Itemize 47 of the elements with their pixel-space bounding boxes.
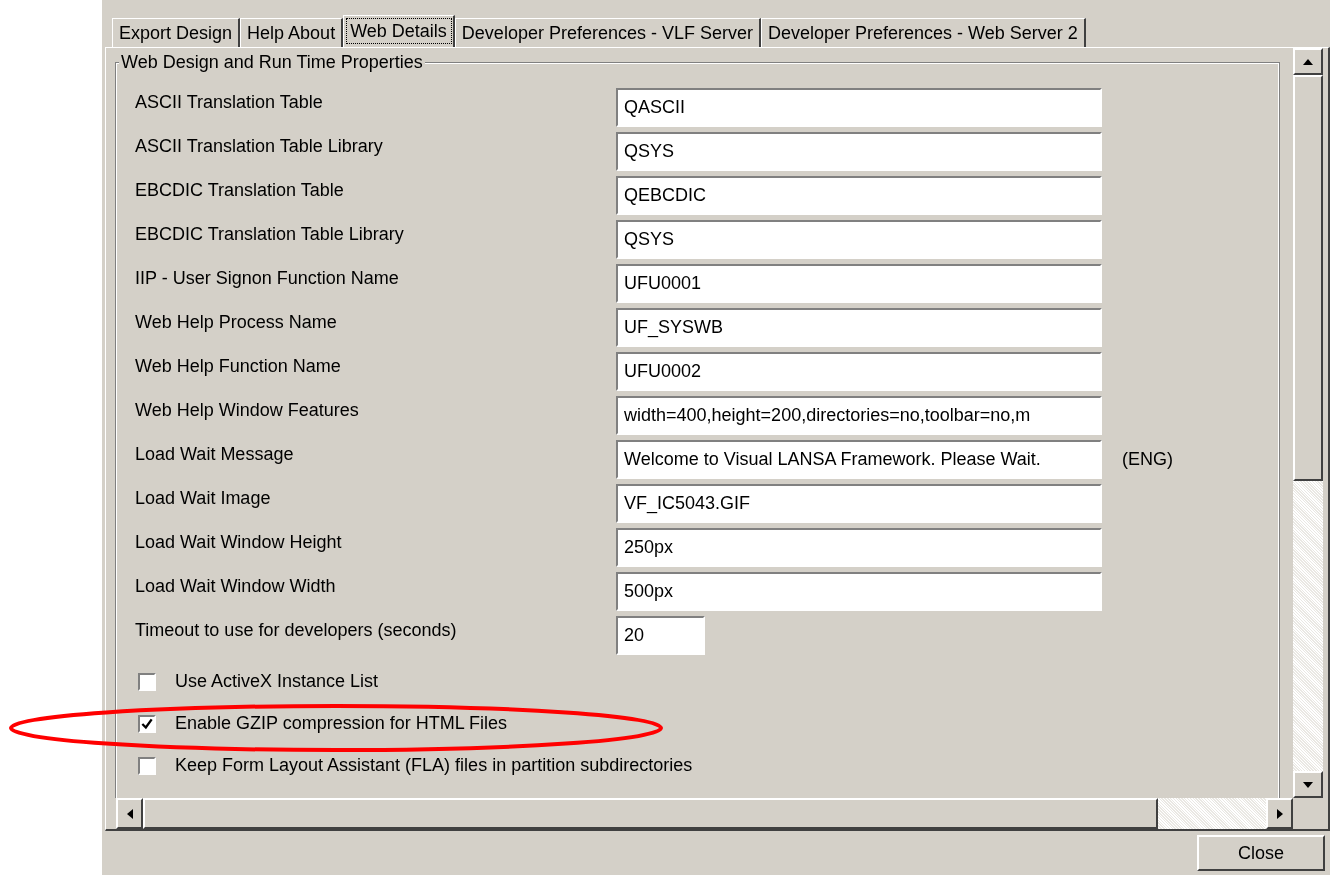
input-field[interactable]: 500px: [616, 572, 1102, 611]
field-label: EBCDIC Translation Table Library: [135, 223, 405, 245]
language-code: (ENG): [1122, 448, 1173, 470]
field-label: Load Wait Message: [135, 443, 295, 465]
tab[interactable]: Export Design: [112, 18, 241, 47]
input-field[interactable]: 250px: [616, 528, 1102, 567]
tab[interactable]: Developer Preferences - VLF Server: [454, 18, 761, 47]
tab[interactable]: Help About: [240, 18, 344, 47]
input-field[interactable]: UF_SYSWB: [616, 308, 1102, 347]
close-button[interactable]: Close: [1197, 835, 1325, 871]
field-label: Load Wait Window Width: [135, 575, 337, 597]
input-field[interactable]: VF_IC5043.GIF: [616, 484, 1102, 523]
scroll-thumb[interactable]: [1293, 75, 1323, 481]
checkbox[interactable]: [138, 756, 156, 775]
scroll-up-icon: [1303, 58, 1313, 65]
field-label: Load Wait Image: [135, 487, 272, 509]
field-label: Web Help Window Features: [135, 399, 360, 421]
input-field[interactable]: QSYS: [616, 220, 1102, 259]
field-label: ASCII Translation Table: [135, 91, 324, 113]
input-field[interactable]: Welcome to Visual LANSA Framework. Please Wait.: [616, 440, 1102, 479]
scroll-right-icon: [1276, 808, 1283, 819]
field-label: ASCII Translation Table Library: [135, 135, 384, 157]
field-label: Load Wait Window Height: [135, 531, 343, 553]
tab[interactable]: Developer Preferences - Web Server 2: [761, 18, 1086, 47]
checkbox[interactable]: [138, 672, 156, 691]
group-title: Web Design and Run Time Properties: [119, 52, 425, 73]
checkbox-label: Keep Form Layout Assistant (FLA) files in partition subdirectories: [175, 755, 693, 776]
scroll-left-icon: [126, 808, 133, 819]
checkbox-label: Use ActiveX Instance List: [175, 671, 379, 692]
vertical-scrollbar[interactable]: [1293, 48, 1323, 798]
field-label: Timeout to use for developers (seconds): [135, 619, 458, 641]
scroll-thumb[interactable]: [143, 798, 1158, 829]
input-field[interactable]: UFU0002: [616, 352, 1102, 391]
field-label: EBCDIC Translation Table: [135, 179, 345, 201]
checkbox[interactable]: [138, 714, 156, 733]
field-label: IIP - User Signon Function Name: [135, 267, 400, 289]
tab[interactable]: Web Details: [343, 15, 455, 47]
input-field[interactable]: QSYS: [616, 132, 1102, 171]
scroll-down-icon: [1303, 781, 1313, 788]
input-field[interactable]: 20: [616, 616, 705, 655]
input-field[interactable]: width=400,height=200,directories=no,toolbar=no,m: [616, 396, 1102, 435]
field-label: Web Help Function Name: [135, 355, 342, 377]
input-field[interactable]: UFU0001: [616, 264, 1102, 303]
field-label: Web Help Process Name: [135, 311, 338, 333]
checkbox-label: Enable GZIP compression for HTML Files: [175, 713, 508, 734]
input-field[interactable]: QEBCDIC: [616, 176, 1102, 215]
input-field[interactable]: QASCII: [616, 88, 1102, 127]
